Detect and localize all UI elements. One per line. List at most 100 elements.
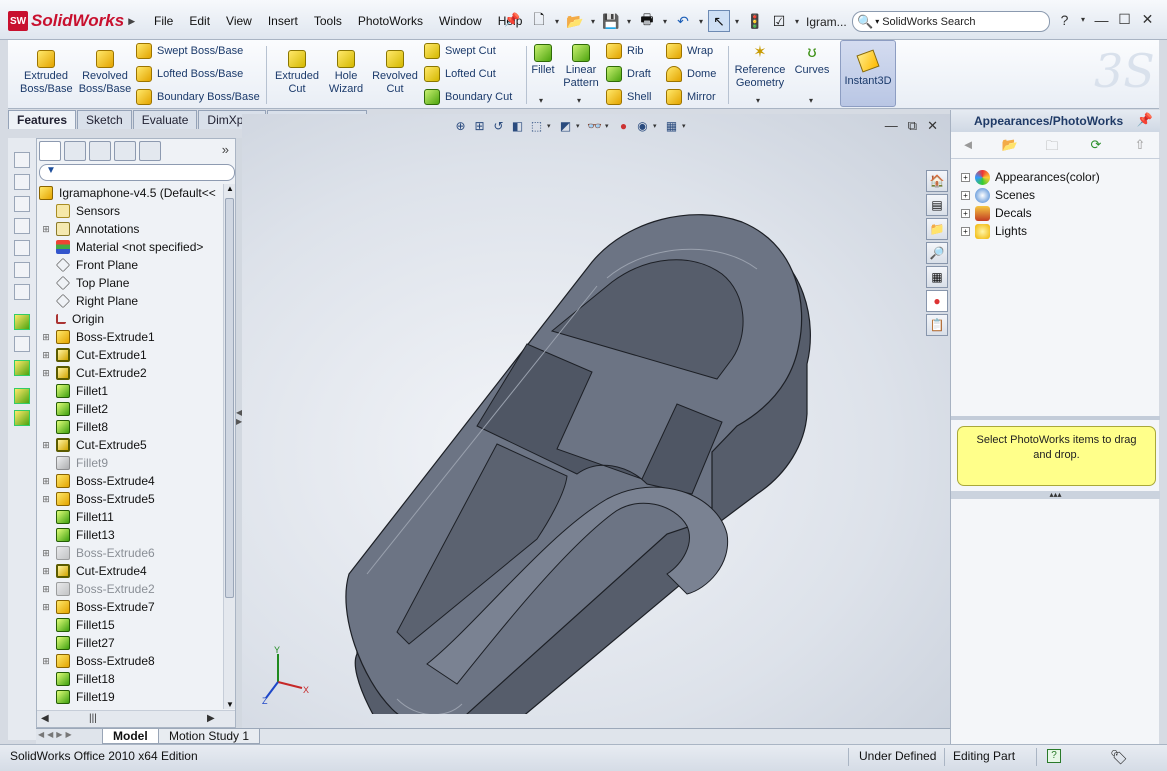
lofted-boss-button[interactable]: Lofted Boss/Base: [136, 64, 243, 84]
view-box-icon[interactable]: [14, 174, 30, 190]
chevron-down-icon[interactable]: ▾: [552, 17, 562, 26]
tree-item[interactable]: Fillet27: [37, 634, 223, 652]
previous-view-icon[interactable]: ↺: [490, 117, 507, 134]
save-icon[interactable]: 💾: [600, 10, 622, 32]
menu-window[interactable]: Window: [431, 14, 490, 28]
expand-icon[interactable]: +: [961, 172, 970, 182]
tree-item[interactable]: Fillet19: [37, 688, 223, 706]
view-orientation-icon[interactable]: ⬚: [528, 117, 545, 134]
search-input[interactable]: 🔍 ▾ SolidWorks Search: [852, 11, 1050, 32]
view-palette-icon[interactable]: ▦: [926, 266, 948, 288]
tab-sketch[interactable]: Sketch: [77, 110, 132, 129]
tree-item-decals[interactable]: + Decals: [961, 204, 1032, 222]
scroll-down-icon[interactable]: ▼: [226, 700, 234, 709]
design-library-icon[interactable]: ▤: [926, 194, 948, 216]
menu-photoworks[interactable]: PhotoWorks: [350, 14, 431, 28]
tree-item[interactable]: Top Plane: [37, 274, 223, 292]
new-document-icon[interactable]: 🗋: [528, 10, 550, 32]
feature-tree-hscrollbar[interactable]: ◀ ||| ▶: [37, 710, 235, 727]
expand-icon[interactable]: ⊞: [41, 656, 51, 667]
menu-view[interactable]: View: [218, 14, 260, 28]
menu-edit[interactable]: Edit: [181, 14, 218, 28]
tree-item[interactable]: ⊞ Cut-Extrude1: [37, 346, 223, 364]
tree-item[interactable]: ⊞ Cut-Extrude5: [37, 436, 223, 454]
undo-icon[interactable]: ↶: [672, 10, 694, 32]
chevron-down-icon[interactable]: ▾: [547, 122, 555, 130]
expand-icon[interactable]: +: [961, 226, 970, 236]
feature-icon[interactable]: [14, 388, 30, 404]
tree-item[interactable]: Fillet9: [37, 454, 223, 472]
expand-icon[interactable]: ⊞: [41, 368, 51, 379]
tree-item[interactable]: Fillet8: [37, 418, 223, 436]
reference-geometry-button[interactable]: ✶ Reference Geometry: [732, 44, 788, 90]
add-folder-icon[interactable]: 🗀: [1043, 137, 1061, 155]
solidworks-resources-home-icon[interactable]: 🏠: [926, 170, 948, 192]
view-box-icon[interactable]: [14, 218, 30, 234]
feature-tree-scrollbar[interactable]: ▲ ▼: [223, 184, 235, 709]
tree-item[interactable]: Fillet11: [37, 508, 223, 526]
expand-icon[interactable]: ⊞: [41, 566, 51, 577]
tab-model[interactable]: Model: [102, 729, 159, 744]
view-box-icon[interactable]: [14, 196, 30, 212]
rebuild-traffic-light-icon[interactable]: 🚦: [744, 10, 766, 32]
view-box-icon[interactable]: [14, 262, 30, 278]
fillet-button[interactable]: Fillet: [528, 44, 558, 77]
extruded-boss-button[interactable]: Extruded Boss/Base: [20, 50, 73, 96]
tree-item[interactable]: ⊞ Boss-Extrude6: [37, 544, 223, 562]
help-question-icon[interactable]: ?: [1047, 749, 1061, 763]
tree-item[interactable]: ⊞ Boss-Extrude8: [37, 652, 223, 670]
pin-icon[interactable]: 📌: [1137, 112, 1153, 128]
feature-filter-input[interactable]: ▼: [39, 164, 235, 181]
scrollbar-thumb[interactable]: [225, 198, 234, 598]
expand-icon[interactable]: ⊞: [41, 602, 51, 613]
search-icon[interactable]: 🔍: [857, 14, 873, 30]
options-checklist-icon[interactable]: ☑: [768, 10, 790, 32]
close-icon[interactable]: ✕: [1139, 11, 1156, 28]
boundary-boss-button[interactable]: Boundary Boss/Base: [136, 87, 260, 107]
curves-button[interactable]: ʊ Curves: [792, 44, 832, 77]
chevron-down-icon[interactable]: ▾: [660, 17, 670, 26]
configuration-manager-tab-icon[interactable]: [89, 141, 111, 161]
expand-icon[interactable]: ⊞: [41, 332, 51, 343]
tree-item[interactable]: ⊞ Annotations: [37, 220, 223, 238]
chevron-down-icon[interactable]: ▾: [576, 122, 584, 130]
restore-icon[interactable]: ⧉: [908, 118, 917, 134]
revolved-cut-button[interactable]: Revolved Cut: [370, 50, 420, 96]
chevron-down-icon[interactable]: ▾: [624, 17, 634, 26]
rib-button[interactable]: Rib: [606, 41, 644, 61]
custom-properties-icon[interactable]: 📋: [926, 314, 948, 336]
chevron-down-icon[interactable]: ▾: [792, 17, 802, 26]
view-settings-icon[interactable]: ▦: [663, 117, 680, 134]
dome-button[interactable]: Dome: [666, 64, 716, 84]
up-level-icon[interactable]: ⇧: [1131, 137, 1149, 155]
tree-item-lights[interactable]: + Lights: [961, 222, 1027, 240]
linear-pattern-button[interactable]: Linear Pattern: [561, 44, 601, 90]
chevron-down-icon[interactable]: ▾: [588, 17, 598, 26]
wrap-button[interactable]: Wrap: [666, 41, 713, 61]
mirror-button[interactable]: Mirror: [666, 87, 716, 107]
feature-icon[interactable]: [14, 410, 30, 426]
tab-evaluate[interactable]: Evaluate: [132, 110, 198, 129]
maximize-icon[interactable]: ☐: [1116, 11, 1133, 28]
expand-icon[interactable]: ⊞: [41, 440, 51, 451]
chevron-down-icon[interactable]: ▾: [605, 122, 613, 130]
tag-icon[interactable]: 🏷: [1110, 749, 1128, 766]
tree-item[interactable]: ⊞ Boss-Extrude7: [37, 598, 223, 616]
sketch-pencil-icon[interactable]: [14, 314, 30, 330]
tree-item[interactable]: Fillet13: [37, 526, 223, 544]
tree-item[interactable]: ⊞ Cut-Extrude4: [37, 562, 223, 580]
tree-item[interactable]: ⊞ Boss-Extrude2: [37, 580, 223, 598]
print-icon[interactable]: 🖶: [636, 10, 658, 32]
pin-icon[interactable]: 📌: [504, 12, 520, 28]
swept-cut-button[interactable]: Swept Cut: [424, 41, 496, 61]
hole-wizard-button[interactable]: Hole Wizard: [324, 50, 368, 96]
lofted-cut-button[interactable]: Lofted Cut: [424, 64, 496, 84]
tab-navigation-arrows-icon[interactable]: ◀◀▶▶: [38, 730, 75, 739]
tree-item[interactable]: ⊞ Boss-Extrude5: [37, 490, 223, 508]
open-folder-icon[interactable]: 📂: [564, 10, 586, 32]
expand-icon[interactable]: ⊞: [41, 224, 51, 235]
tree-item[interactable]: Sensors: [37, 202, 223, 220]
chevron-down-icon[interactable]: ▾: [732, 17, 742, 26]
expand-icon[interactable]: ⊞: [41, 476, 51, 487]
scrollbar-grip-icon[interactable]: |||: [89, 713, 97, 724]
